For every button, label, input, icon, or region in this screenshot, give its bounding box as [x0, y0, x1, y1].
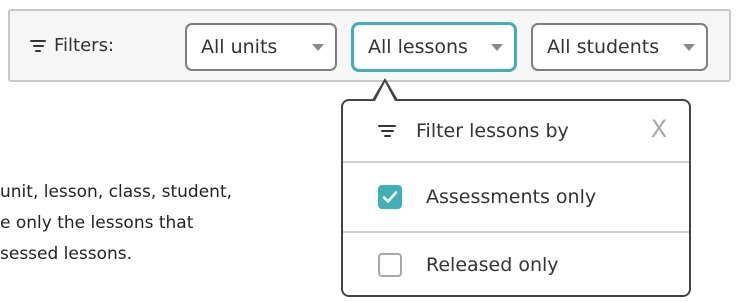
background-text-line: e only the lessons that [0, 213, 194, 233]
filters-label: Filters: [30, 35, 114, 56]
students-dropdown-label: All students [547, 36, 660, 58]
checkbox-unchecked[interactable] [378, 253, 402, 277]
option-released-only[interactable]: Released only [343, 231, 689, 297]
filter-lessons-popover: Filter lessons by X Assessments only Rel… [341, 99, 691, 297]
check-icon [382, 191, 398, 203]
background-text-line: sessed lessons. [0, 244, 133, 264]
checkbox-checked[interactable] [378, 185, 402, 209]
option-assessments-only[interactable]: Assessments only [343, 161, 689, 231]
chevron-down-icon [312, 44, 324, 51]
popover-arrow-fill [375, 82, 395, 101]
filter-icon [378, 122, 396, 140]
popover-title: Filter lessons by [416, 120, 569, 142]
popover-header: Filter lessons by X [343, 101, 689, 161]
background-text-line: unit, lesson, class, student, [0, 182, 233, 202]
chevron-down-icon [683, 44, 695, 51]
filters-label-text: Filters: [54, 35, 115, 56]
filter-bar: Filters: All units All lessons All stude… [8, 9, 731, 82]
units-dropdown[interactable]: All units [185, 23, 337, 71]
close-icon[interactable]: X [647, 115, 671, 143]
option-label: Released only [426, 254, 559, 276]
filter-icon [30, 37, 46, 55]
chevron-down-icon [491, 44, 503, 51]
option-label: Assessments only [426, 186, 597, 208]
lessons-dropdown-label: All lessons [368, 36, 468, 58]
units-dropdown-label: All units [201, 36, 278, 58]
students-dropdown[interactable]: All students [531, 23, 708, 71]
lessons-dropdown[interactable]: All lessons [352, 23, 516, 71]
